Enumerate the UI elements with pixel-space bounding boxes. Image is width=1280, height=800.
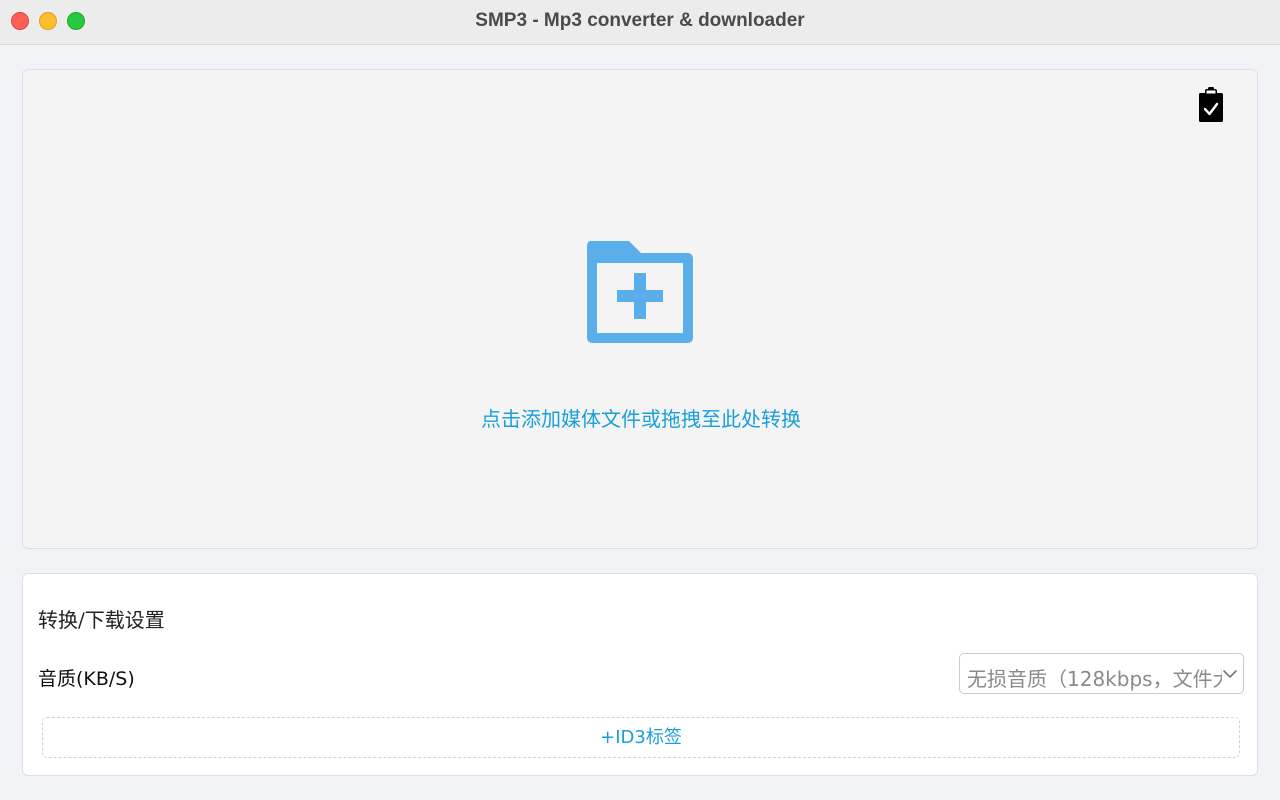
add-id3-tag-label: +ID3标签 [43,718,1239,757]
app-window: SMP3 - Mp3 converter & downloader 点击添加媒体… [0,0,1280,800]
quality-select[interactable]: 无损音质（128kbps，文件大 [959,653,1244,694]
quality-select-value: 无损音质（128kbps，文件大 [967,663,1222,692]
add-id3-tag-button[interactable]: +ID3标签 [42,717,1240,758]
chevron-down-icon [1221,665,1239,683]
title-bar: SMP3 - Mp3 converter & downloader [0,0,1280,45]
folder-plus-icon [585,237,695,345]
quality-label: 音质(KB/S) [38,664,135,691]
drop-zone-prompt[interactable]: 点击添加媒体文件或拖拽至此处转换 [23,403,1259,432]
settings-panel: 转换/下载设置 音质(KB/S) 无损音质（128kbps，文件大 +ID3标签 [22,573,1258,776]
settings-title: 转换/下载设置 [38,604,165,633]
clipboard-check-icon[interactable] [1198,87,1224,123]
window-title: SMP3 - Mp3 converter & downloader [0,0,1280,45]
file-drop-zone[interactable]: 点击添加媒体文件或拖拽至此处转换 [22,69,1258,549]
